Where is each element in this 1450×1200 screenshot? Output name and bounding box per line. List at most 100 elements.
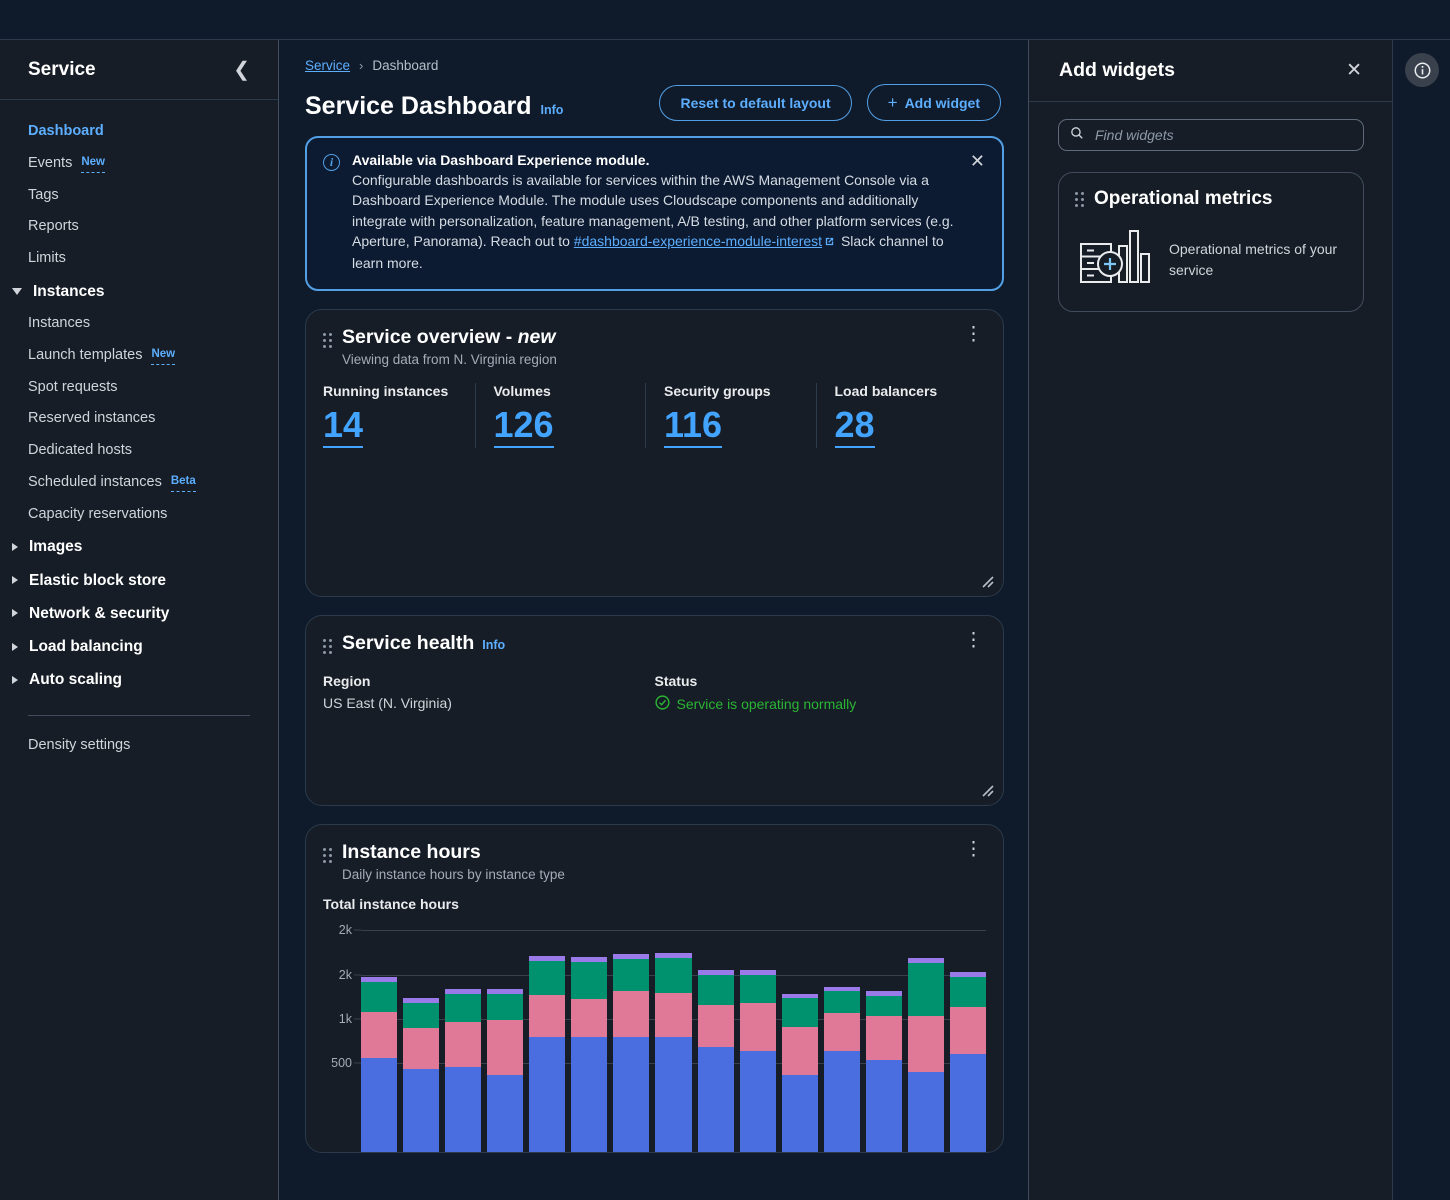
widget-catalog-list: Operational metrics Operational metrics o…: [1058, 172, 1364, 312]
reset-to-default-layout-button[interactable]: Reset to default layout: [659, 84, 852, 121]
chart-bar-segment: [655, 1037, 692, 1152]
chart-bar-segment: [739, 1002, 776, 1051]
sidebar-item-tags[interactable]: Tags: [0, 180, 278, 212]
sidebar-item-limits[interactable]: Limits: [0, 243, 278, 275]
overview-metric: Load balancers 28: [815, 383, 987, 448]
chart-bar[interactable]: [739, 969, 776, 1152]
close-icon[interactable]: ✕: [965, 149, 990, 173]
chevron-down-icon[interactable]: [12, 287, 22, 295]
sidebar-item-network-security[interactable]: Network & security: [0, 597, 278, 630]
overview-metric-value[interactable]: 28: [834, 404, 875, 448]
instance-hours-bar-chart: 2k 2k 1k 500: [331, 922, 986, 1152]
sidebar-nav-list: Dashboard Events New Tags Reports Limits Insta…: [0, 100, 278, 697]
kebab-menu-icon[interactable]: ⋮: [960, 630, 987, 649]
chart-bar-segment: [445, 994, 482, 1023]
sidebar-item-events[interactable]: Events New: [0, 148, 278, 180]
kebab-menu-icon[interactable]: ⋮: [960, 839, 987, 858]
sidebar-item-reserved-instances[interactable]: Reserved instances: [0, 403, 278, 435]
info-circle-icon: i: [323, 154, 340, 171]
close-icon[interactable]: ✕: [1340, 57, 1368, 84]
chart-y-tick-label: 1k: [338, 1011, 352, 1026]
chart-bar[interactable]: [613, 953, 650, 1152]
chart-bar-segment: [487, 1019, 524, 1075]
sidebar-item-launch-templates[interactable]: Launch templates New: [0, 340, 278, 372]
widget-service-overview: Service overview - new Viewing data from…: [305, 309, 1004, 597]
chart-bar[interactable]: [697, 969, 734, 1152]
chart-bar[interactable]: [655, 952, 692, 1152]
chevron-right-icon[interactable]: [12, 609, 18, 618]
overview-metric-value[interactable]: 116: [664, 404, 723, 448]
breadcrumb-item-dashboard[interactable]: Dashboard: [372, 58, 438, 73]
sidebar-item-spot-requests[interactable]: Spot requests: [0, 372, 278, 404]
chevron-right-icon[interactable]: [12, 576, 18, 585]
page-header: Service Dashboard Info Reset to default …: [305, 84, 1004, 121]
widget-catalog-card[interactable]: Operational metrics Operational metrics o…: [1058, 172, 1364, 312]
drag-handle-icon[interactable]: [323, 333, 332, 349]
overview-metric-value[interactable]: 126: [493, 404, 554, 448]
sidebar-item-density-settings[interactable]: Density settings: [0, 730, 278, 762]
chart-bar[interactable]: [445, 989, 482, 1152]
chevron-right-icon[interactable]: [12, 642, 18, 651]
sidebar-item-elastic-block-store[interactable]: Elastic block store: [0, 564, 278, 597]
dashboard-experience-module-interest-link[interactable]: #dashboard-experience-module-interest: [574, 233, 822, 249]
page-info-link[interactable]: Info: [541, 103, 564, 117]
overview-metric-value[interactable]: 14: [323, 404, 364, 448]
sidebar-item-auto-scaling[interactable]: Auto scaling: [0, 663, 278, 696]
chart-bar-segment: [949, 1054, 986, 1152]
sidebar-item-load-balancing[interactable]: Load balancing: [0, 630, 278, 663]
sidebar-item-instances[interactable]: Instances: [0, 275, 278, 308]
health-status-block: Status Service is operating normally: [655, 673, 987, 713]
drag-handle-icon[interactable]: [323, 638, 332, 654]
overview-metric: Running instances 14: [323, 383, 475, 448]
sidebar-title: Service: [28, 58, 96, 80]
chart-bar-segment: [529, 1037, 566, 1152]
sidebar-item-images[interactable]: Images: [0, 530, 278, 563]
sidebar-item-dashboard[interactable]: Dashboard: [0, 116, 278, 148]
drag-handle-icon[interactable]: [323, 847, 332, 863]
sidebar-item-reports[interactable]: Reports: [0, 211, 278, 243]
sidebar-item-label: Instances: [28, 315, 91, 331]
chevron-right-icon[interactable]: [12, 675, 18, 684]
resize-handle-icon[interactable]: [979, 573, 995, 589]
widget-info-link[interactable]: Info: [482, 638, 505, 652]
chart-bar-segment: [403, 1027, 440, 1070]
info-circle-icon[interactable]: [1405, 53, 1439, 87]
chevron-left-icon[interactable]: ❮: [227, 56, 256, 84]
health-region-value: US East (N. Virginia): [323, 694, 452, 711]
breadcrumb: Service › Dashboard: [305, 58, 1004, 73]
chart-bar[interactable]: [403, 998, 440, 1152]
sidebar-item-dedicated-hosts[interactable]: Dedicated hosts: [0, 435, 278, 467]
chevron-right-icon[interactable]: [12, 542, 18, 551]
search-widgets-box[interactable]: [1058, 119, 1364, 151]
sidebar-item-scheduled-instances[interactable]: Scheduled instances Beta: [0, 467, 278, 499]
search-input[interactable]: [1095, 127, 1352, 143]
kebab-menu-icon[interactable]: ⋮: [960, 325, 987, 344]
chart-bar[interactable]: [781, 993, 818, 1152]
resize-handle-icon[interactable]: [979, 782, 995, 798]
sidebar-item-instances[interactable]: Instances: [0, 308, 278, 340]
chart-bar[interactable]: [361, 976, 398, 1152]
chart-bar-segment: [571, 962, 608, 1000]
chart-bar-segment: [907, 1071, 944, 1152]
chart-bar-segment: [697, 1004, 734, 1048]
alert-title: Available via Dashboard Experience modul…: [352, 152, 650, 168]
right-tools-rail: [1392, 40, 1450, 1200]
sidebar-item-capacity-reservations[interactable]: Capacity reservations: [0, 499, 278, 531]
widget-title: Service health: [342, 631, 475, 654]
health-status-label: Status: [654, 672, 698, 689]
chart-bar[interactable]: [949, 972, 986, 1152]
drag-handle-icon[interactable]: [1075, 191, 1084, 207]
widget-subtitle: Viewing data from N. Virginia region: [342, 352, 557, 368]
chart-bar[interactable]: [907, 958, 944, 1152]
chart-bars: [361, 922, 986, 1152]
chart-bar[interactable]: [865, 990, 902, 1152]
sidebar-item-label: Spot requests: [28, 378, 118, 395]
chart-bar[interactable]: [823, 986, 860, 1152]
chart-bar[interactable]: [529, 956, 566, 1152]
breadcrumb-item-service[interactable]: Service: [305, 58, 350, 73]
chart-bar[interactable]: [571, 957, 608, 1152]
chart-bar[interactable]: [487, 989, 524, 1152]
add-widget-button[interactable]: + Add widget: [866, 84, 1001, 121]
chart-bar-segment: [571, 1037, 608, 1152]
chart-bar-segment: [865, 1016, 902, 1061]
